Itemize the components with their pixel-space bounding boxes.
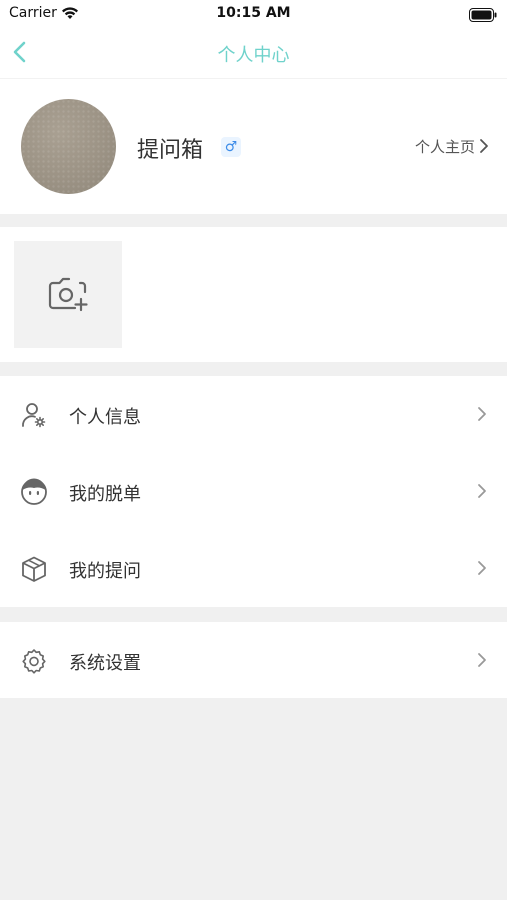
- username: 提问箱: [137, 138, 204, 163]
- menu-item-personal-info[interactable]: 个人信息: [0, 376, 507, 453]
- homepage-link-label: 个人主页: [414, 138, 475, 156]
- nav-bar: 个人中心: [0, 28, 507, 79]
- clock: 10:15 AM: [216, 5, 291, 21]
- profile-header: 提问箱 ♂ 个人主页: [0, 79, 507, 214]
- menu-item-my-dating[interactable]: 我的脱单: [0, 453, 507, 530]
- chevron-right-icon: [477, 652, 487, 672]
- photo-section: [0, 227, 507, 362]
- box-icon: [20, 555, 48, 583]
- menu-item-my-questions[interactable]: 我的提问: [0, 530, 507, 607]
- avatar[interactable]: [21, 99, 116, 194]
- menu-item-label: 我的脱单: [69, 484, 141, 505]
- chevron-right-icon: [477, 560, 487, 580]
- gear-icon: [20, 647, 48, 675]
- menu-item-label: 我的提问: [69, 561, 141, 582]
- page-title: 个人中心: [217, 45, 290, 66]
- menu-item-label: 系统设置: [69, 653, 141, 674]
- menu-list: 个人信息 我的脱单 我的提问: [0, 376, 507, 607]
- user-settings-icon: [20, 401, 48, 429]
- chevron-right-icon: [479, 138, 489, 158]
- add-camera-icon: [48, 277, 88, 312]
- battery-icon: [469, 7, 497, 26]
- homepage-link[interactable]: 个人主页: [415, 136, 489, 158]
- settings-section: 系统设置: [0, 622, 507, 698]
- menu-item-label: 个人信息: [69, 407, 141, 428]
- male-gender-icon: ♂: [221, 137, 241, 157]
- add-photo-button[interactable]: [14, 241, 122, 348]
- chevron-right-icon: [477, 483, 487, 503]
- status-bar: Carrier 10:15 AM: [0, 0, 507, 28]
- menu-item-system-settings[interactable]: 系统设置: [0, 622, 507, 699]
- face-icon: [20, 478, 48, 506]
- chevron-right-icon: [477, 406, 487, 426]
